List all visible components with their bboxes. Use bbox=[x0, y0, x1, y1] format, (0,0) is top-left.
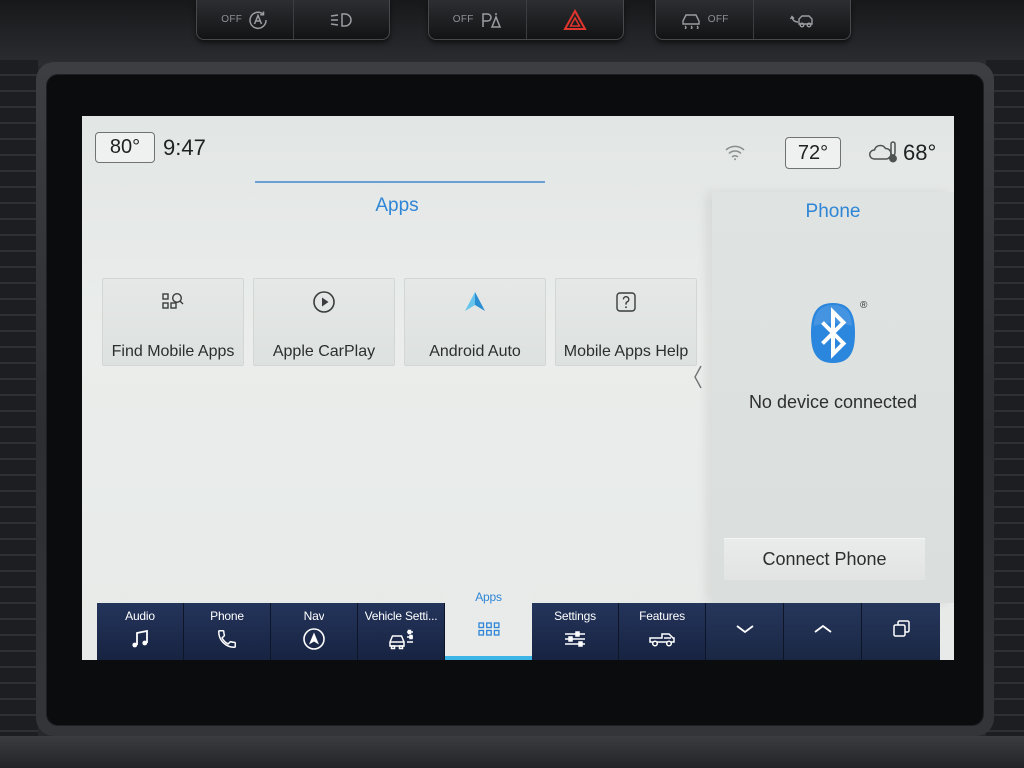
connection-status: No device connected bbox=[748, 392, 918, 412]
truck-icon bbox=[648, 627, 676, 651]
app-tiles: Find Mobile Apps Apple CarPlay Android A… bbox=[102, 278, 697, 366]
android-auto-icon bbox=[405, 289, 545, 315]
panel-indicator-line bbox=[255, 181, 545, 183]
help-icon bbox=[556, 289, 696, 315]
cloud-thermometer-icon bbox=[868, 139, 900, 170]
tile-apple-carplay[interactable]: Apple CarPlay bbox=[253, 278, 395, 366]
nav-label: Features bbox=[639, 609, 685, 623]
wifi-icon bbox=[724, 143, 746, 166]
tile-label: Mobile Apps Help bbox=[563, 343, 689, 360]
tile-label: Find Mobile Apps bbox=[111, 343, 235, 360]
find-apps-icon bbox=[103, 289, 243, 315]
chevron-left-icon[interactable] bbox=[692, 364, 704, 395]
phone-panel-title[interactable]: Phone bbox=[712, 201, 954, 223]
tile-label: Apple CarPlay bbox=[272, 343, 376, 360]
park-assist-icon bbox=[480, 11, 502, 29]
hardware-button-group-center: OFF bbox=[428, 0, 624, 40]
tile-mobile-apps-help[interactable]: Mobile Apps Help bbox=[555, 278, 697, 366]
driver-temp-button[interactable]: 80° bbox=[95, 132, 155, 163]
parking-lights-icon bbox=[329, 12, 353, 28]
clock: 9:47 bbox=[163, 135, 206, 160]
vehicle-settings-icon bbox=[388, 627, 414, 651]
hw-button-label: OFF bbox=[707, 14, 729, 25]
bottom-nav-bar: Audio Phone Nav Vehicle Setti... Apps Se… bbox=[97, 585, 940, 660]
nav-navigation[interactable]: Nav bbox=[271, 603, 358, 660]
nav-features[interactable]: Features bbox=[619, 603, 706, 660]
nav-phone[interactable]: Phone bbox=[184, 603, 271, 660]
connect-phone-button[interactable]: Connect Phone bbox=[724, 538, 925, 580]
tile-label: Android Auto bbox=[429, 343, 521, 360]
page-title: Apps bbox=[375, 195, 419, 216]
phone-panel: Phone ® No device connected Connect Phon… bbox=[712, 192, 954, 603]
nav-label: Audio bbox=[125, 609, 155, 623]
outside-temp: 68° bbox=[903, 140, 937, 165]
nav-label: Nav bbox=[303, 609, 325, 623]
hardware-button-group-right: OFF bbox=[655, 0, 851, 40]
dashboard-bottom-trim bbox=[0, 736, 1024, 768]
hw-button-label: OFF bbox=[452, 14, 474, 25]
touchscreen: 80° 9:47 72° 68° Apps Find Mobile Apps A… bbox=[82, 116, 954, 660]
nav-audio[interactable]: Audio bbox=[97, 603, 184, 660]
chevron-up-icon bbox=[811, 622, 835, 641]
bluetooth-icon bbox=[809, 302, 857, 369]
traction-control-button[interactable]: OFF bbox=[656, 0, 754, 39]
music-note-icon bbox=[129, 627, 151, 651]
scroll-down-button[interactable] bbox=[706, 603, 784, 660]
hazard-button[interactable] bbox=[527, 0, 624, 39]
trailer-assist-icon bbox=[789, 11, 815, 29]
scroll-up-button[interactable] bbox=[784, 603, 862, 660]
hw-button-label: OFF bbox=[221, 14, 243, 25]
hardware-button-group-left: OFF bbox=[196, 0, 390, 40]
tile-android-auto[interactable]: Android Auto bbox=[404, 278, 546, 366]
apps-grid-icon bbox=[477, 617, 501, 641]
phone-icon bbox=[216, 627, 238, 651]
auto-start-stop-icon bbox=[248, 10, 268, 30]
nav-settings[interactable]: Settings bbox=[532, 603, 619, 660]
nav-vehicle-settings[interactable]: Vehicle Setti... bbox=[358, 603, 445, 660]
chevron-down-icon bbox=[733, 622, 757, 641]
nav-label: Phone bbox=[210, 609, 244, 623]
hazard-icon bbox=[563, 8, 587, 31]
nav-label: Vehicle Setti... bbox=[364, 609, 438, 623]
nav-apps[interactable]: Apps bbox=[445, 585, 532, 660]
navigation-icon bbox=[302, 627, 326, 651]
sliders-icon bbox=[563, 627, 587, 651]
trailer-assist-button[interactable] bbox=[754, 0, 851, 39]
tile-find-mobile-apps[interactable]: Find Mobile Apps bbox=[102, 278, 244, 366]
trademark-symbol: ® bbox=[860, 300, 868, 311]
traction-control-icon bbox=[680, 11, 702, 29]
passenger-temp-button[interactable]: 72° bbox=[785, 137, 841, 169]
multi-window-button[interactable] bbox=[862, 603, 940, 660]
multi-window-icon bbox=[891, 619, 911, 644]
carplay-icon bbox=[254, 289, 394, 315]
park-assist-button[interactable]: OFF bbox=[429, 0, 527, 39]
parking-lights-button[interactable] bbox=[294, 0, 390, 39]
nav-label: Settings bbox=[554, 609, 596, 623]
left-vent bbox=[0, 60, 38, 768]
auto-start-stop-button[interactable]: OFF bbox=[197, 0, 294, 39]
nav-label: Apps bbox=[475, 590, 502, 604]
